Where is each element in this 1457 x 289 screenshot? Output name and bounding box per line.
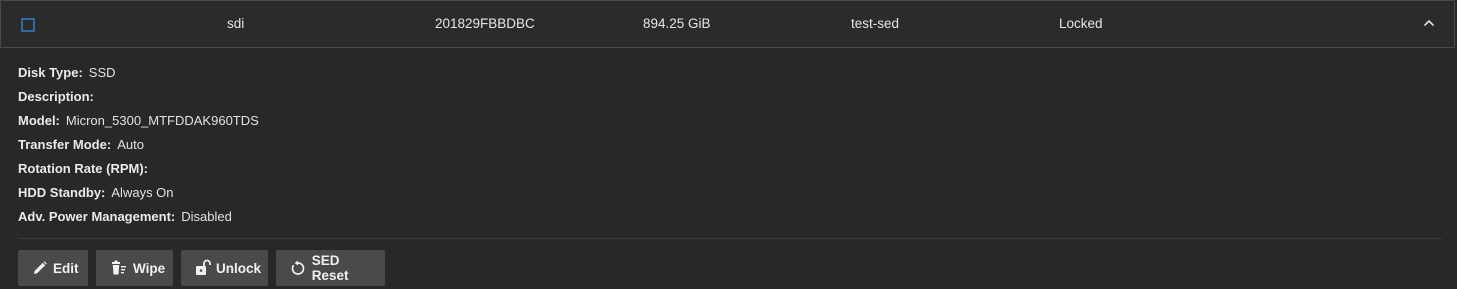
detail-description: Description: xyxy=(18,88,259,112)
wipe-button[interactable]: Wipe xyxy=(96,250,173,286)
detail-label: Disk Type: xyxy=(18,65,83,80)
disk-details-list: Disk Type: SSD Description: Model: Micron_… xyxy=(18,64,259,232)
detail-transfer-mode: Transfer Mode: Auto xyxy=(18,136,259,160)
detail-model: Model: Micron_5300_MTFDDAK960TDS xyxy=(18,112,259,136)
detail-label: Adv. Power Management: xyxy=(18,209,176,224)
reset-icon xyxy=(290,259,307,277)
disk-status-cell: Locked xyxy=(1059,16,1103,31)
wipe-icon xyxy=(110,259,128,277)
detail-value: Auto xyxy=(117,137,144,152)
sed-reset-button[interactable]: SED Reset xyxy=(276,250,385,286)
detail-adv-power-management: Adv. Power Management: Disabled xyxy=(18,208,259,232)
disk-select-checkbox[interactable] xyxy=(21,18,35,32)
detail-label: Description: xyxy=(18,89,94,104)
detail-value: Micron_5300_MTFDDAK960TDS xyxy=(65,113,259,128)
disk-serial-cell: 201829FBBDBC xyxy=(435,16,535,31)
unlock-button[interactable]: Unlock xyxy=(181,250,268,286)
edit-button-label: Edit xyxy=(53,260,79,276)
disk-pool-cell: test-sed xyxy=(851,16,900,31)
detail-disk-type: Disk Type: SSD xyxy=(18,64,259,88)
chevron-up-icon[interactable] xyxy=(1421,15,1437,31)
disk-row-header[interactable]: sdi 201829FBBDBC 894.25 GiB test-sed Loc… xyxy=(0,0,1455,48)
detail-value: Disabled xyxy=(181,209,232,224)
detail-value: Always On xyxy=(111,185,174,200)
detail-hdd-standby: HDD Standby: Always On xyxy=(18,184,259,208)
disk-name-cell: sdi xyxy=(227,16,245,31)
disk-size-cell: 894.25 GiB xyxy=(643,16,711,31)
detail-value: SSD xyxy=(88,65,116,80)
detail-label: Transfer Mode: xyxy=(18,137,112,152)
sed-reset-button-label: SED Reset xyxy=(311,253,349,283)
disk-actions-bar: Edit Wipe Unlock SED Reset xyxy=(18,250,385,286)
disk-detail-panel: sdi 201829FBBDBC 894.25 GiB test-sed Loc… xyxy=(0,0,1457,289)
detail-label: Rotation Rate (RPM): xyxy=(18,161,148,176)
detail-label: Model: xyxy=(18,113,60,128)
edit-button[interactable]: Edit xyxy=(18,250,88,286)
detail-rotation-rate: Rotation Rate (RPM): xyxy=(18,160,259,184)
unlock-icon xyxy=(195,259,211,277)
divider xyxy=(18,238,1442,239)
detail-label: HDD Standby: xyxy=(18,185,106,200)
pencil-icon xyxy=(32,259,48,277)
wipe-button-label: Wipe xyxy=(133,260,166,276)
unlock-button-label: Unlock xyxy=(216,260,262,276)
